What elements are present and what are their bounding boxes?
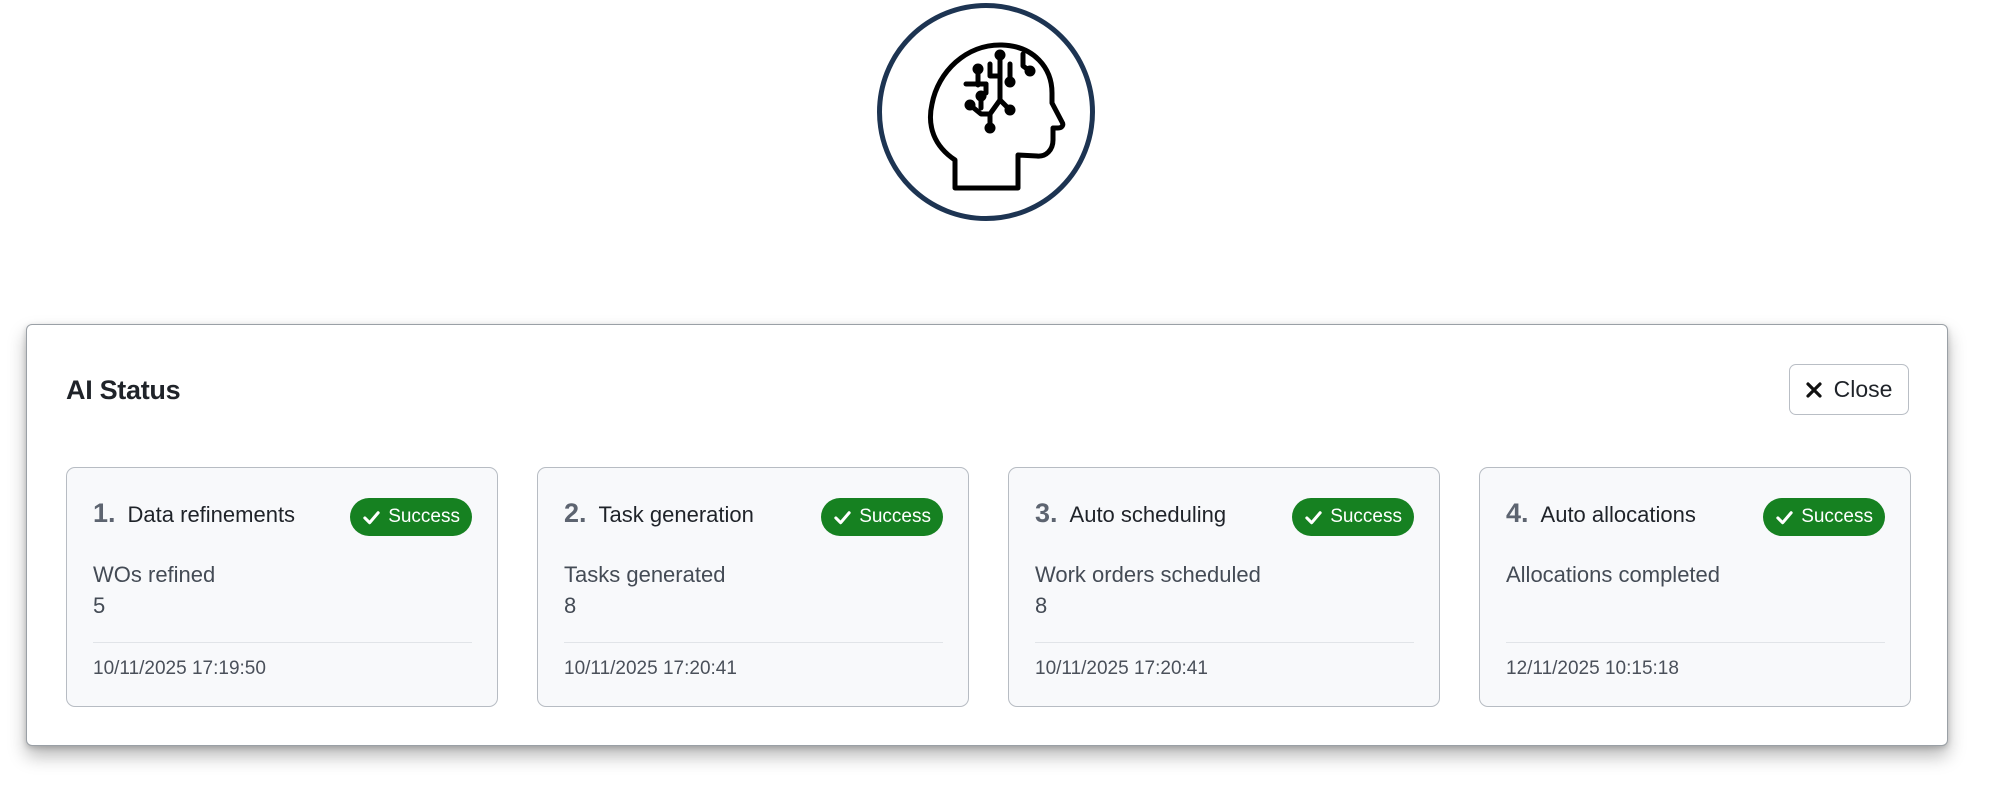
metric-value: 8: [1035, 593, 1048, 618]
modal-title: AI Status: [66, 375, 181, 405]
status-badge-label: Success: [859, 506, 931, 527]
status-cards: 1. Data refinements Success WOs refined …: [66, 467, 1911, 707]
card-divider: [93, 642, 472, 643]
card-header: 2. Task generation: [564, 498, 754, 529]
close-button[interactable]: Close: [1789, 364, 1909, 415]
metric-label: WOs refined: [93, 562, 216, 587]
status-card-auto-allocations: 4. Auto allocations Success Allocations …: [1479, 467, 1911, 707]
status-badge-label: Success: [388, 506, 460, 527]
step-title: Auto allocations: [1540, 502, 1696, 527]
status-badge: Success: [1292, 498, 1414, 536]
status-badge-label: Success: [1330, 506, 1402, 527]
check-icon: [834, 510, 851, 524]
step-title: Auto scheduling: [1069, 502, 1227, 527]
status-badge: Success: [350, 498, 472, 536]
check-icon: [1305, 510, 1322, 524]
metric-label: Tasks generated: [564, 562, 726, 587]
timestamp: 10/11/2025 17:19:50: [93, 658, 266, 679]
step-number: 4.: [1506, 498, 1529, 528]
metric-value: 5: [93, 593, 106, 618]
check-icon: [363, 510, 380, 524]
timestamp: 12/11/2025 10:15:18: [1506, 658, 1679, 679]
ai-head-circuit-icon: [927, 42, 1066, 191]
card-divider: [564, 642, 943, 643]
step-number: 3.: [1035, 498, 1058, 528]
close-button-label: Close: [1833, 376, 1893, 402]
step-number: 2.: [564, 498, 587, 528]
timestamp: 10/11/2025 17:20:41: [564, 658, 737, 679]
step-number: 1.: [93, 498, 116, 528]
ai-status-modal: AI Status Close 1. Data refinements Succ…: [26, 324, 1948, 746]
status-card-auto-scheduling: 3. Auto scheduling Success Work orders s…: [1008, 467, 1440, 707]
card-header: 3. Auto scheduling: [1035, 498, 1226, 529]
metric-label: Allocations completed: [1506, 562, 1721, 587]
check-icon: [1776, 510, 1793, 524]
step-title: Task generation: [598, 502, 754, 527]
timestamp: 10/11/2025 17:20:41: [1035, 658, 1208, 679]
metric-label: Work orders scheduled: [1035, 562, 1261, 587]
card-divider: [1035, 642, 1414, 643]
card-header: 4. Auto allocations: [1506, 498, 1696, 529]
status-badge: Success: [821, 498, 943, 536]
status-card-data-refinements: 1. Data refinements Success WOs refined …: [66, 467, 498, 707]
status-badge-label: Success: [1801, 506, 1873, 527]
status-badge: Success: [1763, 498, 1885, 536]
ai-brain-logo: [877, 3, 1095, 221]
step-title: Data refinements: [127, 502, 296, 527]
metric-value: 8: [564, 593, 577, 618]
card-divider: [1506, 642, 1885, 643]
close-icon: [1805, 381, 1822, 398]
card-header: 1. Data refinements: [93, 498, 295, 529]
status-card-task-generation: 2. Task generation Success Tasks generat…: [537, 467, 969, 707]
